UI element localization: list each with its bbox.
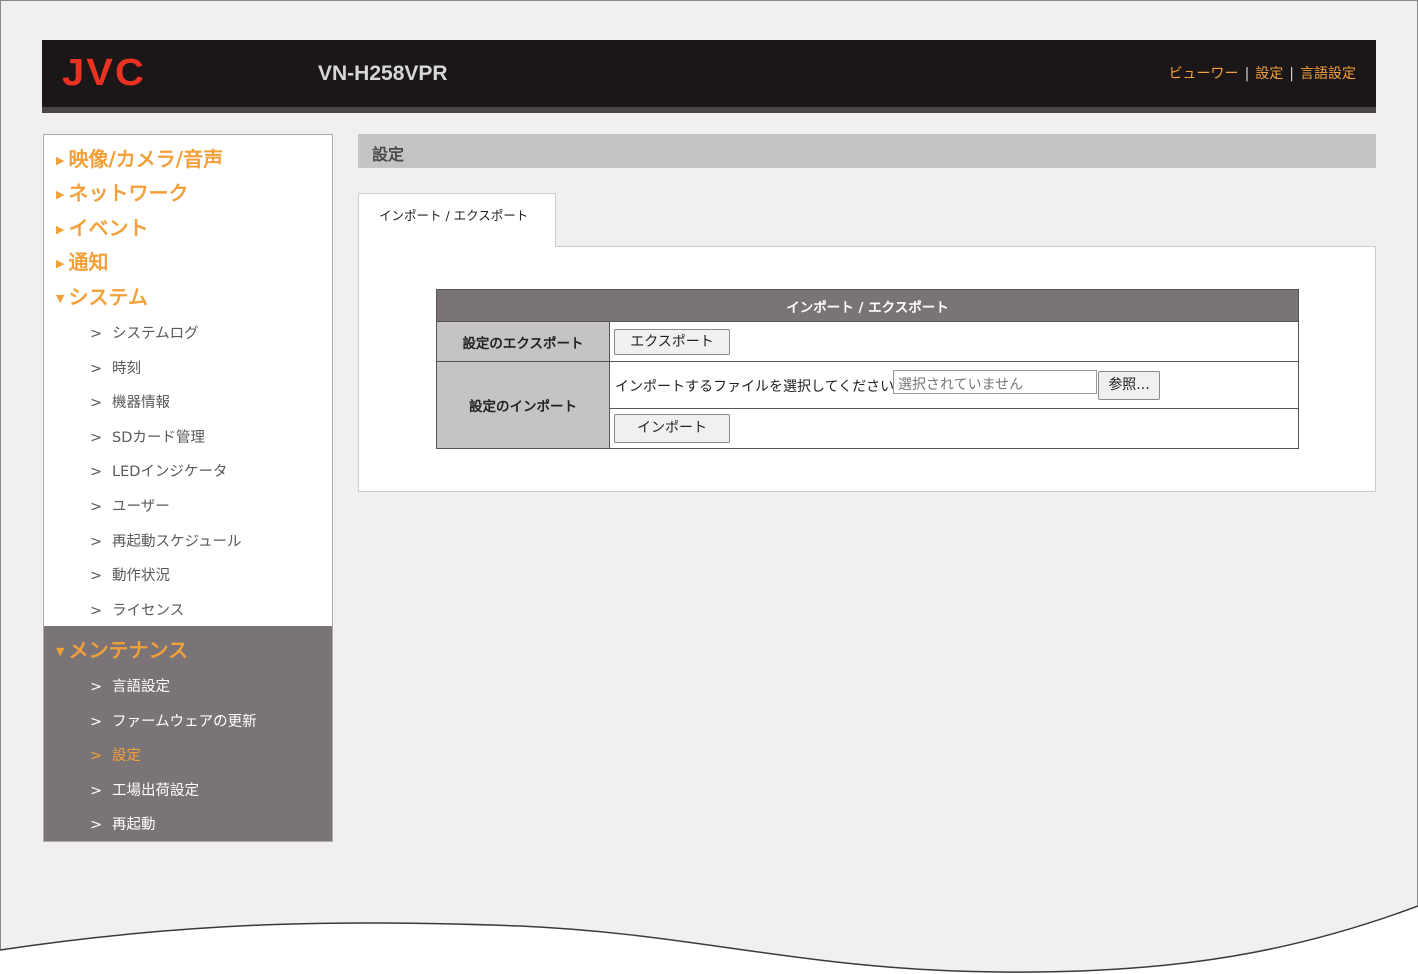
nav-viewer-link[interactable]: ビューワー xyxy=(1169,66,1239,82)
nav-separator: | xyxy=(1244,66,1250,82)
tab-panel: インポート / エクスポート 設定のエクスポート エクスポート 設定のインポート… xyxy=(358,246,1376,492)
item-label: 時刻 xyxy=(112,361,141,377)
chevron-right-icon: > xyxy=(90,568,103,584)
chevron-right-icon: > xyxy=(90,464,103,480)
item-label: ライセンス xyxy=(112,603,185,619)
item-label: ユーザー xyxy=(112,499,170,515)
top-nav: ビューワー | 設定 | 言語設定 xyxy=(1169,63,1356,83)
sidebar-category-video-camera-audio[interactable]: ▶ 映像/カメラ/音声 xyxy=(56,143,223,172)
sidebar-category-notification[interactable]: ▶ 通知 xyxy=(56,246,108,275)
tab-label: インポート / エクスポート xyxy=(379,208,529,223)
import-export-table: インポート / エクスポート 設定のエクスポート エクスポート 設定のインポート… xyxy=(436,289,1299,449)
export-button[interactable]: エクスポート xyxy=(614,328,730,355)
sidebar-item-led-indicator[interactable]: > LEDインジケータ xyxy=(90,460,227,481)
nav-settings-link[interactable]: 設定 xyxy=(1255,66,1283,82)
sidebar-item-firmware-update[interactable]: > ファームウェアの更新 xyxy=(90,710,257,731)
import-prompt: インポートするファイルを選択してください xyxy=(615,379,895,395)
sidebar-item-system-log[interactable]: > システムログ xyxy=(90,322,199,343)
page-title-bar: 設定 xyxy=(358,134,1376,168)
arrow-down-icon: ▼ xyxy=(56,645,65,658)
sidebar-category-system[interactable]: ▼ システム xyxy=(56,281,148,310)
item-label: 再起動 xyxy=(112,817,156,833)
arrow-right-icon: ▶ xyxy=(56,154,65,167)
import-file-cell: インポートするファイルを選択してください 選択されていません 参照... xyxy=(609,361,1299,409)
sidebar-menu: ▶ 映像/カメラ/音声 ▶ ネットワーク ▶ イベント ▶ 通知 ▼ システム > システム… xyxy=(43,134,333,842)
category-label: システム xyxy=(68,285,148,309)
category-label: メンテナンス xyxy=(68,638,189,662)
chevron-right-icon: > xyxy=(90,748,103,764)
item-label: 機器情報 xyxy=(112,395,170,411)
sidebar-item-reboot[interactable]: > 再起動 xyxy=(90,813,156,834)
item-label: ファームウェアの更新 xyxy=(112,714,257,730)
chevron-right-icon: > xyxy=(90,326,103,342)
item-label: 再起動スケジュール xyxy=(112,534,242,550)
file-input[interactable]: 選択されていません xyxy=(893,370,1097,394)
item-label: 工場出荷設定 xyxy=(112,783,199,799)
sidebar-item-language[interactable]: > 言語設定 xyxy=(90,675,170,696)
import-label: 設定のインポート xyxy=(436,361,610,449)
item-label: LEDインジケータ xyxy=(112,464,228,480)
header-strip xyxy=(42,107,1376,113)
sidebar-item-factory-reset[interactable]: > 工場出荷設定 xyxy=(90,779,199,800)
sidebar-category-event[interactable]: ▶ イベント xyxy=(56,212,148,241)
export-label: 設定のエクスポート xyxy=(436,321,610,362)
category-label: 映像/カメラ/音声 xyxy=(68,147,224,171)
sidebar-item-sd-card[interactable]: > SDカード管理 xyxy=(90,426,205,447)
chevron-right-icon: > xyxy=(90,499,103,515)
chevron-right-icon: > xyxy=(90,714,103,730)
sidebar-category-network[interactable]: ▶ ネットワーク xyxy=(56,177,188,206)
sidebar-item-device-info[interactable]: > 機器情報 xyxy=(90,391,170,412)
arrow-right-icon: ▶ xyxy=(56,223,65,236)
sidebar-item-time[interactable]: > 時刻 xyxy=(90,357,141,378)
page-curl-decoration xyxy=(0,905,1418,974)
chevron-right-icon: > xyxy=(90,783,103,799)
jvc-logo: JVC xyxy=(62,52,146,94)
import-button[interactable]: インポート xyxy=(614,414,730,443)
chevron-right-icon: > xyxy=(90,679,103,695)
arrow-right-icon: ▶ xyxy=(56,188,65,201)
chevron-right-icon: > xyxy=(90,361,103,377)
import-button-cell: インポート xyxy=(609,408,1299,449)
nav-language-link[interactable]: 言語設定 xyxy=(1300,66,1356,82)
nav-separator: | xyxy=(1289,66,1294,82)
item-label: 設定 xyxy=(112,748,141,764)
category-label: ネットワーク xyxy=(68,181,189,205)
category-label: 通知 xyxy=(68,250,109,274)
chevron-right-icon: > xyxy=(90,430,103,446)
chevron-right-icon: > xyxy=(90,817,103,833)
sidebar-item-settings[interactable]: > 設定 xyxy=(90,744,141,765)
table-header: インポート / エクスポート xyxy=(436,289,1299,322)
sidebar-item-reboot-schedule[interactable]: > 再起動スケジュール xyxy=(90,530,241,551)
chevron-right-icon: > xyxy=(90,534,103,550)
chevron-right-icon: > xyxy=(90,395,103,411)
page-title: 設定 xyxy=(372,145,405,164)
item-label: 言語設定 xyxy=(112,679,170,695)
chevron-right-icon: > xyxy=(90,603,103,619)
browse-button[interactable]: 参照... xyxy=(1098,371,1160,400)
item-label: 動作状況 xyxy=(112,568,170,584)
item-label: SDカード管理 xyxy=(112,430,205,446)
category-label: イベント xyxy=(68,216,149,240)
export-cell: エクスポート xyxy=(609,321,1299,362)
arrow-down-icon: ▼ xyxy=(56,292,65,305)
maintenance-section: ▼ メンテナンス > 言語設定 > ファームウェアの更新 > 設定 > 工場出荷設定 > 再… xyxy=(44,626,332,841)
sidebar-item-user[interactable]: > ユーザー xyxy=(90,495,170,516)
item-label: システムログ xyxy=(112,326,199,342)
sidebar-category-maintenance[interactable]: ▼ メンテナンス xyxy=(56,634,188,663)
sidebar-item-status[interactable]: > 動作状況 xyxy=(90,564,170,585)
sidebar-item-license[interactable]: > ライセンス xyxy=(90,599,184,620)
model-name: VN-H258VPR xyxy=(318,62,448,85)
arrow-right-icon: ▶ xyxy=(56,257,65,270)
tab-import-export[interactable]: インポート / エクスポート xyxy=(358,193,556,247)
